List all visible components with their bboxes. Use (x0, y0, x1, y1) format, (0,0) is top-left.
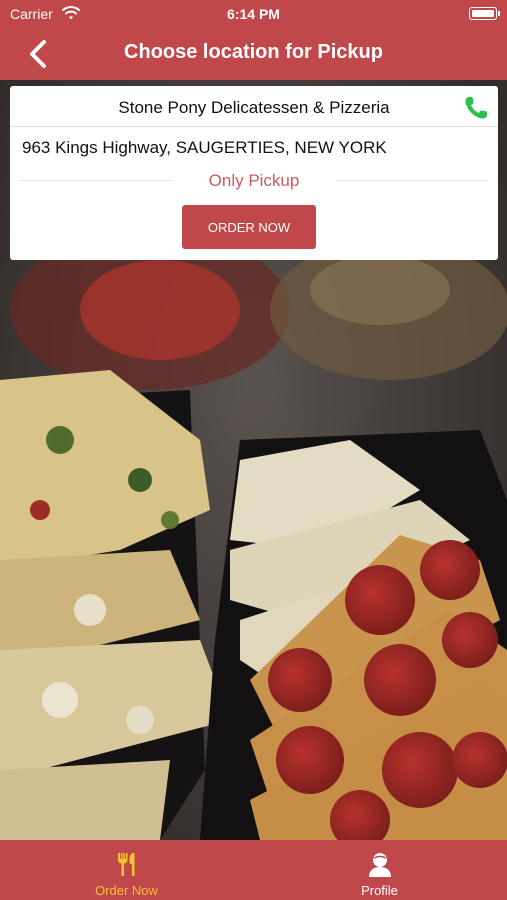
user-icon (369, 853, 391, 877)
pickup-location-card: Stone Pony Delicatessen & Pizzeria 963 K… (10, 86, 498, 260)
store-address: 963 Kings Highway, SAUGERTIES, NEW YORK (22, 138, 387, 157)
tab-bar: Order Now Profile (0, 840, 507, 900)
store-name: Stone Pony Delicatessen & Pizzeria (118, 98, 390, 117)
clock: 6:14 PM (227, 6, 280, 22)
order-now-button[interactable]: ORDER NOW (182, 205, 316, 249)
utensils-icon (118, 853, 135, 876)
divider (336, 180, 488, 181)
tab-label: Order Now (95, 883, 158, 898)
tab-profile[interactable]: Profile (253, 840, 506, 900)
divider (10, 126, 498, 127)
battery-icon (469, 7, 500, 20)
pickup-mode-row: Only Pickup (10, 170, 498, 192)
phone-icon[interactable] (462, 94, 490, 122)
page-title: Choose location for Pickup (124, 41, 383, 63)
navigation-bar: Choose location for Pickup (0, 28, 507, 80)
status-bar: Carrier 6:14 PM (0, 0, 507, 28)
pickup-mode-label: Only Pickup (208, 171, 300, 190)
tab-label: Profile (361, 883, 398, 898)
tab-order-now[interactable]: Order Now (0, 840, 253, 900)
